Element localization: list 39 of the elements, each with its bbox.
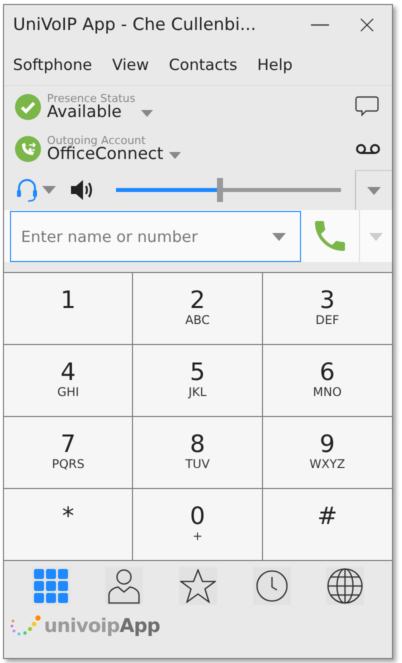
- menu-item[interactable]: Contacts: [168, 56, 238, 74]
- caret-icon: [369, 232, 383, 240]
- logo-icon: [10, 615, 42, 637]
- headset-selector[interactable]: [16, 177, 56, 203]
- checkmark-icon: [15, 94, 41, 120]
- keypad-key[interactable]: 2 ABC: [133, 273, 263, 345]
- menu-item[interactable]: Help: [257, 56, 293, 74]
- favorites-tab[interactable]: [178, 567, 217, 605]
- presence-selector[interactable]: Presence Status Available: [15, 93, 154, 121]
- caret-icon: [169, 152, 182, 158]
- keypad-key[interactable]: 0 +: [133, 489, 263, 561]
- keypad-key[interactable]: 1: [4, 273, 134, 345]
- contacts-tab[interactable]: [105, 567, 144, 605]
- caret-icon: [141, 110, 154, 116]
- menu-item[interactable]: Softphone: [13, 56, 92, 74]
- keypad-key[interactable]: 3 DEF: [262, 273, 392, 345]
- keypad-key[interactable]: 4 GHI: [4, 345, 134, 417]
- voicemail-icon[interactable]: [356, 143, 380, 155]
- menu-item[interactable]: View: [112, 56, 149, 74]
- caret-icon: [42, 186, 56, 194]
- account-selector[interactable]: Outgoing Account OfficeConnect: [15, 135, 182, 163]
- keypad-key[interactable]: *: [4, 489, 134, 561]
- dial-field[interactable]: Enter name or number: [10, 211, 301, 262]
- keypad-key[interactable]: 5 JKL: [133, 345, 263, 417]
- dialpad-tab[interactable]: [32, 567, 70, 605]
- close-icon[interactable]: [360, 18, 374, 32]
- window-title: UniVoIP App - Che Cullenbi...: [13, 15, 258, 35]
- volume-slider[interactable]: [116, 178, 341, 202]
- web-tab[interactable]: [326, 567, 364, 605]
- keypad-key[interactable]: 8 TUV: [133, 417, 263, 489]
- caret-icon: [367, 186, 381, 194]
- phone-icon: [15, 136, 41, 162]
- keypad-key[interactable]: 7 PQRS: [4, 417, 134, 489]
- keypad-key[interactable]: 6 MNO: [262, 345, 392, 417]
- caret-icon[interactable]: [272, 232, 286, 240]
- keypad-key[interactable]: 9 WXYZ: [262, 417, 392, 489]
- logo-text: univoipApp: [44, 615, 160, 637]
- keypad-key[interactable]: #: [262, 489, 392, 561]
- history-tab[interactable]: [252, 567, 291, 605]
